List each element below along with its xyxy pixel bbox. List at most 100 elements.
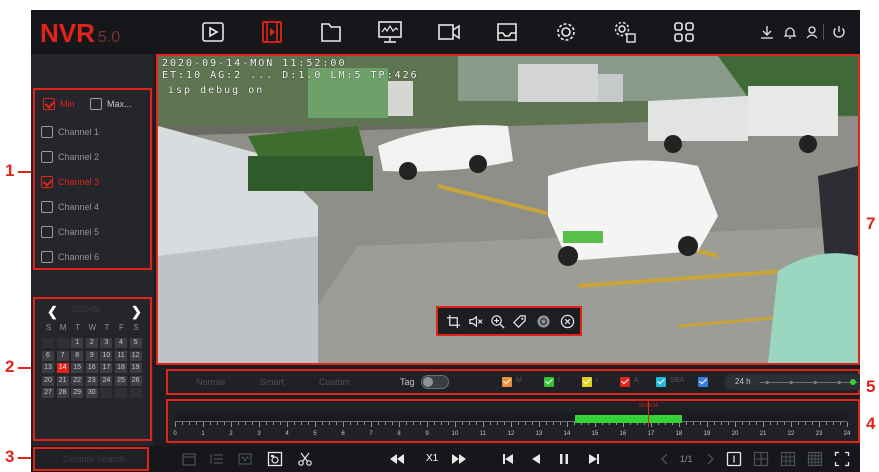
mode-custom[interactable]: Custom <box>319 377 350 387</box>
settings-icon[interactable] <box>552 18 580 46</box>
backup-icon[interactable] <box>493 18 521 46</box>
next-icon[interactable] <box>586 451 602 467</box>
channel-1-checkbox[interactable] <box>41 126 53 138</box>
page-next-icon[interactable] <box>702 451 718 467</box>
crop-icon[interactable] <box>446 314 461 329</box>
tag-icon[interactable] <box>512 314 527 329</box>
tag-toggle[interactable] <box>421 375 449 389</box>
next-month-icon[interactable]: ❯ <box>131 304 142 320</box>
calendar-day[interactable]: 21 <box>56 375 69 386</box>
calendar-day[interactable]: 14 <box>56 363 69 373</box>
calendar-day[interactable]: 20 <box>42 375 54 386</box>
calendar-day[interactable]: 2 <box>85 338 98 348</box>
channel-5-checkbox[interactable] <box>41 226 53 238</box>
scissors-icon[interactable] <box>297 451 313 467</box>
custom-search-button[interactable]: Custom Search <box>33 447 149 471</box>
camera-icon[interactable] <box>435 18 463 46</box>
max-label: Max... <box>107 99 132 109</box>
fast-forward-icon[interactable] <box>451 451 467 467</box>
layout-single-icon[interactable] <box>726 451 742 467</box>
calendar-day[interactable]: 19 <box>129 363 142 373</box>
calendar-day[interactable]: 7 <box>56 350 69 361</box>
download-icon[interactable] <box>759 24 775 40</box>
page-prev-icon[interactable] <box>657 451 673 467</box>
calendar-day[interactable]: 12 <box>129 350 142 361</box>
calendar-day[interactable]: 10 <box>100 350 113 361</box>
monitor-icon[interactable] <box>376 18 404 46</box>
timeline-tick <box>742 422 743 425</box>
fullscreen-icon[interactable] <box>834 451 850 467</box>
time-range-slider[interactable]: 24 h <box>724 374 860 390</box>
video-playback-icon[interactable] <box>258 18 286 46</box>
snapshot-icon[interactable] <box>536 314 551 329</box>
calendar-day[interactable]: 13 <box>42 363 54 373</box>
calendar-day[interactable]: 9 <box>85 350 98 361</box>
event-type-checkbox[interactable] <box>620 377 630 387</box>
list-icon[interactable] <box>209 451 225 467</box>
event-type-checkbox[interactable] <box>544 377 554 387</box>
calendar-day[interactable]: 16 <box>85 363 98 373</box>
channel-4-checkbox[interactable] <box>41 201 53 213</box>
mode-normal[interactable]: Normal <box>196 377 225 387</box>
layout-sixteen-icon[interactable] <box>807 451 823 467</box>
waveform-icon[interactable] <box>237 451 253 467</box>
previous-icon[interactable] <box>500 451 516 467</box>
event-type-checkbox[interactable] <box>502 377 512 387</box>
calendar-day[interactable]: 4 <box>115 338 127 348</box>
layout-nine-icon[interactable] <box>780 451 796 467</box>
calendar-day[interactable]: 8 <box>71 350 84 361</box>
calendar-day[interactable]: 23 <box>85 375 98 386</box>
calendar-day[interactable]: 17 <box>100 363 113 373</box>
calendar-day[interactable]: 29 <box>71 388 84 398</box>
user-icon[interactable] <box>804 24 820 40</box>
calendar-day[interactable]: 25 <box>115 375 127 386</box>
power-icon[interactable] <box>831 24 847 40</box>
layout-quad-icon[interactable] <box>753 451 769 467</box>
calendar-day[interactable]: 6 <box>42 350 54 361</box>
bell-icon[interactable] <box>782 24 798 40</box>
channel-6-checkbox[interactable] <box>41 251 53 263</box>
advanced-settings-icon[interactable] <box>611 18 639 46</box>
calendar-day[interactable]: 22 <box>71 375 84 386</box>
reverse-play-icon[interactable] <box>528 451 544 467</box>
mode-smart[interactable]: Smart <box>260 377 284 387</box>
calendar-day[interactable]: 28 <box>56 388 69 398</box>
calendar-day[interactable]: 15 <box>71 363 84 373</box>
min-checkbox[interactable] <box>43 98 55 110</box>
timeline-tick <box>287 422 288 427</box>
mute-icon[interactable] <box>468 314 483 329</box>
calendar-icon[interactable] <box>181 451 197 467</box>
calendar-day[interactable]: 24 <box>100 375 113 386</box>
calendar-day[interactable]: 18 <box>115 363 127 373</box>
event-type-checkbox[interactable] <box>656 377 666 387</box>
timeline-tick <box>413 422 414 425</box>
zoom-in-icon[interactable] <box>490 314 505 329</box>
channel-3-checkbox[interactable] <box>41 176 53 188</box>
calendar-day[interactable]: 5 <box>129 338 142 348</box>
timeline-hour-label: 23 <box>815 431 823 437</box>
calendar-day[interactable]: 3 <box>100 338 113 348</box>
calendar-day[interactable]: 27 <box>42 388 54 398</box>
file-icon[interactable] <box>317 18 345 46</box>
rewind-icon[interactable] <box>389 451 405 467</box>
calendar-day[interactable]: 30 <box>85 388 98 398</box>
max-checkbox[interactable] <box>90 98 102 110</box>
event-type-checkbox[interactable] <box>582 377 592 387</box>
image-capture-icon[interactable] <box>267 451 283 467</box>
channel-2-checkbox[interactable] <box>41 151 53 163</box>
calendar-day[interactable]: 11 <box>115 350 127 361</box>
range-knob[interactable] <box>850 379 856 385</box>
calendar-day[interactable]: 26 <box>129 375 142 386</box>
pause-icon[interactable] <box>556 451 572 467</box>
event-type-checkbox[interactable] <box>698 377 708 387</box>
playback-icon[interactable] <box>199 18 227 46</box>
osd-debug-status: isp debug on <box>168 85 265 96</box>
calendar-day[interactable]: 1 <box>71 338 84 348</box>
apps-icon[interactable] <box>670 18 698 46</box>
close-icon[interactable] <box>560 314 575 329</box>
recording-segment[interactable] <box>575 415 682 423</box>
timeline-hour-label: 20 <box>731 431 739 437</box>
calendar-weekday: W <box>88 323 97 332</box>
timeline[interactable]: 16:54:04 0 1 2 3 4 5 6 7 8 9 10 11 12 13 14 15 16 17 18 19 2… <box>166 399 860 443</box>
prev-month-icon[interactable]: ❮ <box>47 304 58 320</box>
